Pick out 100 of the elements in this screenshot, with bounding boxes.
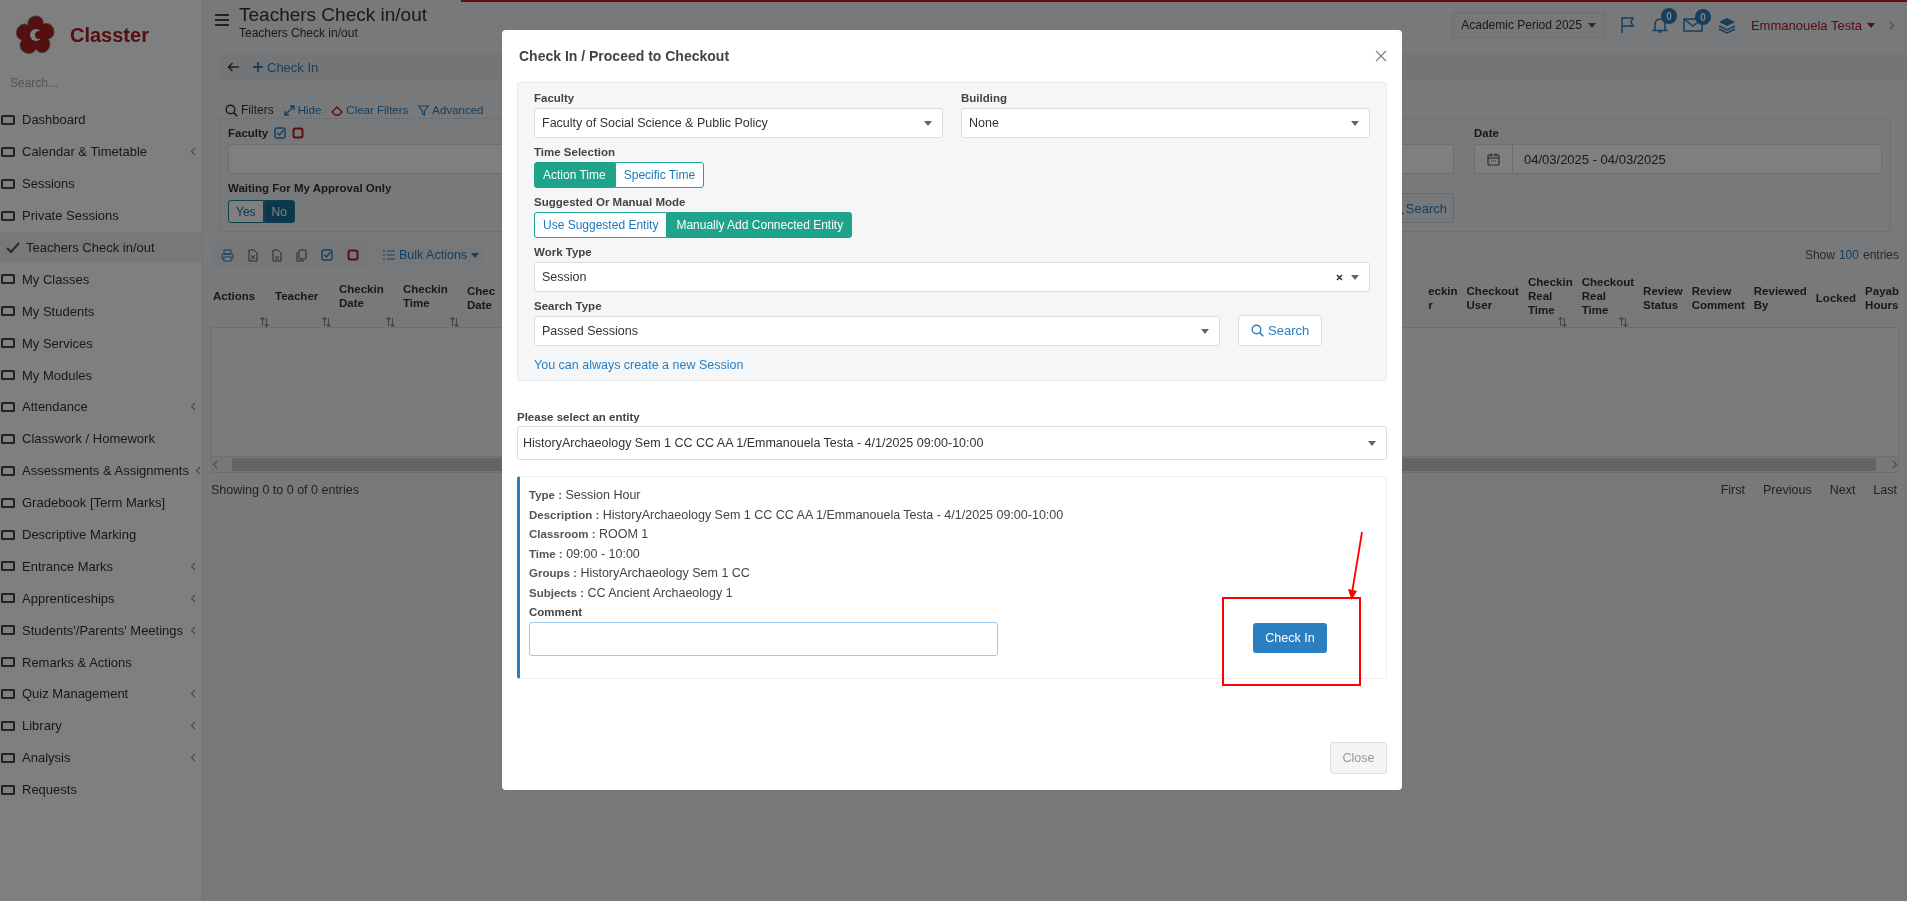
search-button[interactable]: Search [1238,314,1323,346]
pager-link[interactable]: Previous [1763,483,1812,497]
detail-line: Groups : HistoryArchaeology Sem 1 CC [529,565,750,583]
sort-icon [450,317,459,327]
pager-link[interactable]: Next [1829,483,1856,497]
copy-icon[interactable] [296,248,307,262]
search-type-select[interactable]: Passed Sessions [534,316,1220,346]
sidebar-item[interactable]: Gradebook [Term Marks] [0,486,202,519]
file-icon[interactable] [248,248,258,262]
toggle-option[interactable]: Specific Time [614,162,705,188]
sidebar-item[interactable]: Attendance [0,391,202,423]
sidebar-item[interactable]: Apprenticeships [0,582,202,615]
breadcrumb: Teachers Check in/out [239,26,359,40]
checkbox-icon [274,127,287,139]
filter-link[interactable]: Hide [283,104,322,116]
plus-icon [253,62,263,72]
toggle-option[interactable]: Yes [228,200,264,223]
sidebar-item[interactable]: Quiz Management [0,678,202,710]
sidebar-item[interactable]: Analysis [0,741,202,774]
square-icon [292,127,305,139]
sidebar-item[interactable]: My Services [0,327,202,360]
sidebar-item[interactable]: Entrance Marks [0,550,202,583]
sort-icon [260,317,269,327]
column-header[interactable]: Review Comment [1691,276,1745,327]
column-header[interactable]: Teacher [273,276,337,327]
sort-icon [322,317,331,327]
building-select[interactable]: None [961,108,1370,138]
table-info: Showing 0 to 0 of 0 entries [211,483,359,497]
filter-link[interactable]: Advanced [418,104,484,116]
column-header[interactable]: Payab Hours [1865,276,1899,327]
faculty-select[interactable]: Faculty of Social Science & Public Policy [534,108,943,138]
work-type-select[interactable]: Session [534,262,1370,292]
column-header[interactable]: Checkin Time [401,276,465,327]
column-header[interactable]: Checkin Real Time [1527,276,1573,327]
caret-icon [1867,22,1875,28]
close-icon[interactable] [1375,50,1387,62]
sidebar-item[interactable]: Remarks & Actions [0,646,202,679]
toggle-option[interactable]: Use Suggested Entity [534,212,668,238]
caret-icon [1201,328,1209,334]
detail-line: Description : HistoryArchaeology Sem 1 CC CC AA 1/Emmanouela Testa - 4/1/2025 09:00-10:00 [529,506,1064,524]
close-button[interactable]: Close [1330,742,1387,774]
column-header[interactable]: Checkin Date [337,276,401,327]
column-header[interactable]: Checkout User [1466,276,1519,327]
app-logo-text: Classter [70,23,149,47]
sidebar-item[interactable]: My Modules [0,359,202,391]
sidebar-item[interactable]: Requests [0,773,202,806]
toggle-option[interactable]: No [263,200,295,223]
date-range-field[interactable]: 04/03/2025 - 04/03/2025 [1474,144,1882,174]
sidebar-item[interactable]: My Students [0,295,202,328]
sidebar-item[interactable]: Teachers Check in/out [0,231,202,264]
filters-toggle[interactable]: Filters [225,103,274,117]
field-label: Please select an entity [517,410,641,425]
file-icon[interactable] [272,248,282,262]
check-in-link[interactable]: Check In [253,59,319,75]
sidebar-item[interactable]: Descriptive Marking [0,518,202,551]
sidebar-item[interactable]: Students'/Parents' Meetings [0,614,202,647]
list-icon [383,250,395,260]
sidebar-item[interactable]: Dashboard [0,104,202,136]
create-session-link[interactable]: You can always create a new Session [534,358,744,372]
column-header[interactable]: Reviewed By [1753,276,1807,327]
caret-icon [1368,440,1376,446]
chevron-right-icon [1892,460,1898,469]
page-title: Teachers Check in/out [239,4,427,26]
notification-badge: 0 [1660,8,1677,24]
page-size-select[interactable]: 100 [1838,248,1859,262]
flag-icon[interactable] [1618,16,1637,34]
caret-icon [1351,120,1359,126]
back-arrow-icon[interactable] [227,62,239,72]
pager-link[interactable]: First [1720,483,1745,497]
sidebar-item[interactable]: Assessments & Assignments [0,454,202,487]
comment-field[interactable] [529,621,998,656]
clear-icon[interactable] [1336,273,1343,281]
column-header[interactable]: Checkout Real Time [1581,276,1635,327]
column-header[interactable]: eckin r [1428,276,1458,327]
logo-icon [14,13,58,57]
sidebar-item[interactable]: Private Sessions [0,199,202,232]
field-label: Work Type [534,245,593,260]
menu-icon[interactable] [215,14,229,26]
layers-icon[interactable] [1716,16,1737,34]
toggle-option[interactable]: Action Time [534,162,615,188]
sidebar-item[interactable]: Sessions [0,167,202,200]
filter-link[interactable]: Clear Filters [331,104,409,116]
period-dropdown[interactable]: Academic Period 2025 [1452,12,1605,38]
entity-select[interactable]: HistoryArchaeology Sem 1 CC CC AA 1/Emmanouela Testa - 4/1/2025 09:00-10:00 [517,426,1387,460]
sidebar-item[interactable]: Calendar & Timetable [0,135,202,168]
column-header[interactable]: Review Status [1643,276,1683,327]
sidebar-item[interactable]: Library [0,709,202,742]
sort-icon [1619,317,1629,327]
field-label: Faculty [534,91,576,106]
printer-icon[interactable] [221,248,234,262]
pager-link[interactable]: Last [1873,483,1897,497]
check-in-button[interactable]: Check In [1253,623,1327,653]
sidebar-item[interactable]: Classwork / Homework [0,422,202,455]
column-header[interactable]: Locked [1815,276,1857,327]
sidebar-item[interactable]: My Classes [0,263,202,296]
column-header[interactable]: Actions [211,276,273,327]
field-label: Date [1474,126,1500,141]
user-menu[interactable]: Emmanouela Testa [1750,17,1875,33]
caret-icon [1587,22,1596,28]
toggle-option[interactable]: Manually Add Connected Entity [667,212,853,238]
